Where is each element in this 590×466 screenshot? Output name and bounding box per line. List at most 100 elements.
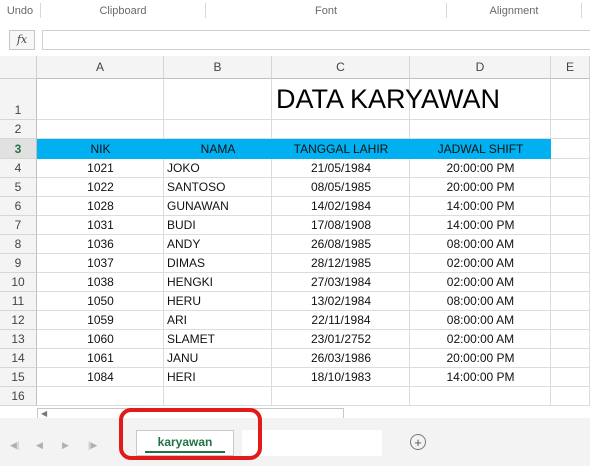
table-cell[interactable]: 1038 xyxy=(37,273,164,292)
table-cell[interactable]: 14:00:00 PM xyxy=(410,368,551,387)
row-header-16[interactable]: 16 xyxy=(0,387,37,406)
row-header-7[interactable]: 7 xyxy=(0,216,37,235)
table-cell[interactable]: SLAMET xyxy=(167,330,272,349)
grid-cell[interactable] xyxy=(551,368,590,387)
table-cell[interactable]: 1084 xyxy=(37,368,164,387)
table-cell[interactable]: HERU xyxy=(167,292,272,311)
table-cell[interactable]: 14:00:00 PM xyxy=(410,197,551,216)
column-header-a[interactable]: A xyxy=(37,56,164,79)
row-header-9[interactable]: 9 xyxy=(0,254,37,273)
table-cell[interactable]: 20:00:00 PM xyxy=(410,349,551,368)
row-header-4[interactable]: 4 xyxy=(0,159,37,178)
row-header-2[interactable]: 2 xyxy=(0,120,37,139)
grid-cell[interactable] xyxy=(164,120,272,139)
row-header-14[interactable]: 14 xyxy=(0,349,37,368)
table-cell[interactable]: 1059 xyxy=(37,311,164,330)
table-cell[interactable]: 02:00:00 AM xyxy=(410,330,551,349)
table-cell[interactable]: 22/11/1984 xyxy=(272,311,410,330)
table-cell[interactable]: 08:00:00 AM xyxy=(410,292,551,311)
grid-cell[interactable] xyxy=(272,120,410,139)
first-sheet-icon[interactable]: ◀| xyxy=(10,440,19,451)
grid-cell[interactable] xyxy=(551,349,590,368)
grid-cell[interactable] xyxy=(37,120,164,139)
table-cell[interactable]: 26/03/1986 xyxy=(272,349,410,368)
table-cell[interactable]: JANU xyxy=(167,349,272,368)
formula-input[interactable] xyxy=(42,30,590,50)
grid-cell[interactable] xyxy=(164,79,272,120)
table-cell[interactable]: SANTOSO xyxy=(167,178,272,197)
table-cell[interactable]: BUDI xyxy=(167,216,272,235)
table-cell[interactable]: 02:00:00 AM xyxy=(410,254,551,273)
grid-cell[interactable] xyxy=(551,254,590,273)
column-header-b[interactable]: B xyxy=(164,56,272,79)
table-cell[interactable]: ARI xyxy=(167,311,272,330)
last-sheet-icon[interactable]: |▶ xyxy=(88,440,97,451)
table-cell[interactable]: 08:00:00 AM xyxy=(410,235,551,254)
table-cell[interactable]: 21/05/1984 xyxy=(272,159,410,178)
table-cell[interactable]: 18/10/1983 xyxy=(272,368,410,387)
row-header-3[interactable]: 3 xyxy=(0,139,37,159)
column-header-c[interactable]: C xyxy=(272,56,410,79)
add-sheet-button[interactable]: + xyxy=(410,434,426,450)
table-cell[interactable]: 17/08/1908 xyxy=(272,216,410,235)
grid-cell[interactable] xyxy=(551,235,590,254)
table-cell[interactable]: 1037 xyxy=(37,254,164,273)
grid-cell[interactable] xyxy=(551,178,590,197)
table-header-cell[interactable]: JADWAL SHIFT xyxy=(410,139,551,159)
next-sheet-icon[interactable]: ▶ xyxy=(62,440,69,451)
spreadsheet-grid[interactable]: A B C D E 1 2 3 4 5 6 7 8 9 10 11 12 13 14 15 16 DATA KARYAWA… xyxy=(0,56,590,419)
table-cell[interactable]: 20:00:00 PM xyxy=(410,178,551,197)
grid-cell[interactable] xyxy=(551,273,590,292)
table-header-cell[interactable]: NIK xyxy=(37,139,164,159)
grid-cell[interactable] xyxy=(37,387,164,406)
table-cell[interactable]: 14/02/1984 xyxy=(272,197,410,216)
row-header-12[interactable]: 12 xyxy=(0,311,37,330)
row-header-8[interactable]: 8 xyxy=(0,235,37,254)
grid-cell[interactable] xyxy=(551,387,590,406)
table-cell[interactable]: 1036 xyxy=(37,235,164,254)
column-header-e[interactable]: E xyxy=(551,56,590,79)
table-cell[interactable]: ANDY xyxy=(167,235,272,254)
grid-cell[interactable] xyxy=(410,120,551,139)
grid-cell[interactable] xyxy=(551,311,590,330)
table-cell[interactable]: JOKO xyxy=(167,159,272,178)
grid-cell[interactable] xyxy=(551,197,590,216)
select-all-corner[interactable] xyxy=(0,56,37,79)
table-cell[interactable]: 08/05/1985 xyxy=(272,178,410,197)
row-header-1[interactable]: 1 xyxy=(0,79,37,120)
prev-sheet-icon[interactable]: ◀ xyxy=(36,440,43,451)
table-cell[interactable]: 23/01/2752 xyxy=(272,330,410,349)
table-cell[interactable]: GUNAWAN xyxy=(167,197,272,216)
table-header-cell[interactable]: NAMA xyxy=(164,139,272,159)
ribbon-undo-label[interactable]: Undo xyxy=(0,0,40,22)
table-cell[interactable]: 26/08/1985 xyxy=(272,235,410,254)
table-cell[interactable]: 1050 xyxy=(37,292,164,311)
table-cell[interactable]: 1021 xyxy=(37,159,164,178)
table-cell[interactable]: 1028 xyxy=(37,197,164,216)
table-cell[interactable]: 27/03/1984 xyxy=(272,273,410,292)
table-cell[interactable]: 08:00:00 AM xyxy=(410,311,551,330)
table-cell[interactable]: 20:00:00 PM xyxy=(410,159,551,178)
row-header-5[interactable]: 5 xyxy=(0,178,37,197)
row-header-15[interactable]: 15 xyxy=(0,368,37,387)
table-cell[interactable]: HERI xyxy=(167,368,272,387)
grid-cell[interactable] xyxy=(551,292,590,311)
table-cell[interactable]: 02:00:00 AM xyxy=(410,273,551,292)
grid-cell[interactable] xyxy=(272,387,410,406)
grid-cell[interactable] xyxy=(551,79,590,120)
table-cell[interactable]: 1061 xyxy=(37,349,164,368)
grid-cell[interactable] xyxy=(551,139,590,159)
table-cell[interactable]: 13/02/1984 xyxy=(272,292,410,311)
grid-cell[interactable] xyxy=(551,330,590,349)
column-header-d[interactable]: D xyxy=(410,56,551,79)
grid-cell[interactable] xyxy=(551,159,590,178)
grid-cell[interactable] xyxy=(551,120,590,139)
row-header-6[interactable]: 6 xyxy=(0,197,37,216)
table-cell[interactable]: 1031 xyxy=(37,216,164,235)
insert-function-button[interactable]: fx xyxy=(9,30,35,50)
table-cell[interactable]: 14:00:00 PM xyxy=(410,216,551,235)
table-cell[interactable]: 28/12/1985 xyxy=(272,254,410,273)
table-header-cell[interactable]: TANGGAL LAHIR xyxy=(272,139,410,159)
row-header-10[interactable]: 10 xyxy=(0,273,37,292)
grid-cell[interactable] xyxy=(37,79,164,120)
